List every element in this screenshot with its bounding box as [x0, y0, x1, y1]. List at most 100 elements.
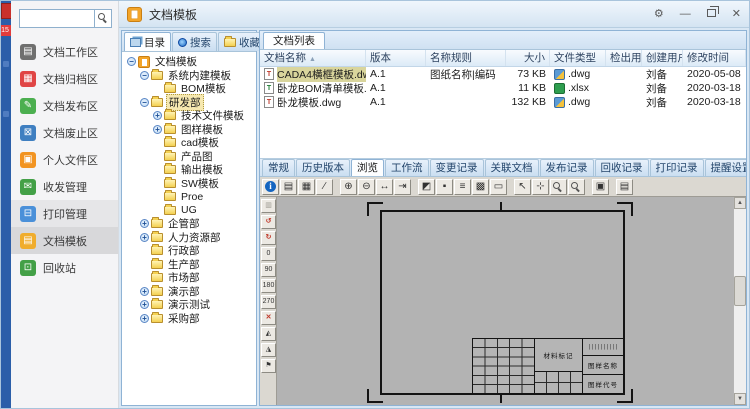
tree-item[interactable]: −文档模板 [124, 55, 256, 69]
search-input[interactable] [19, 9, 94, 28]
sidebar-item-8[interactable]: ⊡回收站 [11, 254, 118, 281]
column-header-2[interactable]: 名称规则 [426, 50, 506, 66]
column-header-3[interactable]: 大小 [506, 50, 550, 66]
rotate-180-icon[interactable]: 180 [261, 279, 276, 293]
column-header-6[interactable]: 创建用户 [642, 50, 683, 66]
tree-item[interactable]: UG [124, 204, 256, 218]
tree-item[interactable]: Proe [124, 190, 256, 204]
select-arrow-icon[interactable]: ↖ [514, 179, 531, 195]
tab-4[interactable]: 变更记录 [430, 159, 484, 176]
scrollbar-thumb[interactable] [734, 276, 746, 306]
expand-icon[interactable]: + [140, 314, 149, 323]
column-header-0[interactable]: 文档名称▲ [260, 50, 366, 66]
sidebar-item-3[interactable]: ⊠文档废止区 [11, 119, 118, 146]
expand-icon[interactable]: + [153, 125, 162, 134]
collapse-icon[interactable]: − [140, 98, 149, 107]
sidebar-item-2[interactable]: ✎文档发布区 [11, 92, 118, 119]
sidebar-item-5[interactable]: ✉收发管理 [11, 173, 118, 200]
tree-item[interactable]: SW模板 [124, 177, 256, 191]
tree-item[interactable]: +技术文件模板 [124, 109, 256, 123]
zoom-out-icon[interactable]: ⊖ [358, 179, 375, 195]
tree-item[interactable]: 市场部 [124, 271, 256, 285]
fit-width-icon[interactable]: ↔ [376, 179, 393, 195]
tab-6[interactable]: 发布记录 [540, 159, 594, 176]
print-icon[interactable]: ▦ [298, 179, 315, 195]
expand-icon[interactable]: + [140, 219, 149, 228]
tree-item[interactable]: +企管部 [124, 217, 256, 231]
table-row[interactable]: TCADA4横框模板.dwgA.1图纸名称|编码73 KB.dwg刘备2020-… [260, 67, 746, 81]
fit-page-icon[interactable]: ▥ [261, 199, 276, 213]
tree-item[interactable]: 生产部 [124, 258, 256, 272]
rotate-90-icon[interactable]: 90 [261, 263, 276, 277]
column-header-7[interactable]: 修改时间 [683, 50, 746, 66]
viewer-scrollbar[interactable]: ▲ ▼ [733, 197, 746, 405]
insert-block-icon[interactable]: ▣ [592, 179, 609, 195]
layers-icon[interactable]: ≡ [454, 179, 471, 195]
tree-item[interactable]: +图样模板 [124, 123, 256, 137]
tab-catalog[interactable]: 目录 [124, 32, 171, 51]
tab-document-list[interactable]: 文档列表 [263, 32, 325, 49]
collapse-icon[interactable]: − [140, 71, 149, 80]
flip-vertical-icon[interactable]: ◭ [261, 327, 276, 341]
sidebar-item-0[interactable]: ▤文档工作区 [11, 38, 118, 65]
tree-item[interactable]: −系统内建模板 [124, 69, 256, 83]
expand-icon[interactable]: + [140, 287, 149, 296]
tab-9[interactable]: 提醒设置 [705, 159, 747, 176]
tree-item[interactable]: +人力资源部 [124, 231, 256, 245]
print-preview-icon[interactable]: ▤ [280, 179, 297, 195]
column-header-4[interactable]: 文件类型 [550, 50, 606, 66]
tree-item[interactable]: +采购部 [124, 312, 256, 326]
restore-button[interactable] [707, 9, 716, 20]
sidebar-item-6[interactable]: ⊟打印管理 [11, 200, 118, 227]
drawing-canvas[interactable]: 材料标记 图样名称 图样代号 [277, 197, 733, 405]
rotate-270-icon[interactable]: 270 [261, 295, 276, 309]
column-header-1[interactable]: 版本 [366, 50, 426, 66]
tab-0[interactable]: 常规 [262, 159, 295, 176]
tab-7[interactable]: 回收记录 [595, 159, 649, 176]
scroll-down-icon[interactable]: ▼ [734, 393, 746, 405]
tab-2[interactable]: 浏览 [351, 159, 384, 176]
sidebar-item-7[interactable]: ▤文档模板 [11, 227, 118, 254]
tab-1[interactable]: 历史版本 [296, 159, 350, 176]
expand-icon[interactable]: + [140, 233, 149, 242]
markup-flag-icon[interactable]: ⚑ [261, 359, 276, 373]
zoom-window-icon[interactable] [550, 179, 567, 195]
tree-item[interactable]: +演示部 [124, 285, 256, 299]
contrast-icon[interactable]: ◩ [418, 179, 435, 195]
layer-colors-icon[interactable]: ▩ [472, 179, 489, 195]
flip-horizontal-icon[interactable]: ◮ [261, 343, 276, 357]
sidebar-item-1[interactable]: ▦文档归档区 [11, 65, 118, 92]
sidebar-item-4[interactable]: ▣个人文件区 [11, 146, 118, 173]
minimize-button[interactable]: — [680, 9, 691, 20]
tab-5[interactable]: 关联文档 [485, 159, 539, 176]
collapse-icon[interactable]: − [127, 57, 136, 66]
table-row[interactable]: T卧龙BOM清单模板.xlsxA.111 KB.xlsx刘备2020-03-18 [260, 81, 746, 95]
pan-hand-icon[interactable]: ⊹ [532, 179, 549, 195]
expand-icon[interactable]: + [153, 111, 162, 120]
tree-item[interactable]: 输出模板 [124, 163, 256, 177]
pan-window-icon[interactable]: ▭ [490, 179, 507, 195]
fit-height-icon[interactable]: ⇥ [394, 179, 411, 195]
tree-item[interactable]: cad模板 [124, 136, 256, 150]
search-button[interactable] [94, 9, 112, 28]
column-header-5[interactable]: 检出用户 [606, 50, 642, 66]
zoom-extents-icon[interactable] [568, 179, 585, 195]
tab-3[interactable]: 工作流 [385, 159, 429, 176]
measure-icon[interactable]: ∕ [316, 179, 333, 195]
close-button[interactable]: ✕ [732, 9, 741, 20]
scroll-up-icon[interactable]: ▲ [734, 197, 746, 209]
info-icon[interactable]: i [262, 179, 279, 195]
tree-item[interactable]: 行政部 [124, 244, 256, 258]
raster-bands-icon[interactable]: ▤ [616, 179, 633, 195]
expand-icon[interactable]: + [140, 300, 149, 309]
table-row[interactable]: T卧龙模板.dwgA.1132 KB.dwg刘备2020-03-18 [260, 95, 746, 109]
rotate-left-icon[interactable]: ↺ [261, 215, 276, 229]
tree-item[interactable]: −研发部 [124, 96, 256, 110]
tree-item[interactable]: +演示测试 [124, 298, 256, 312]
zoom-in-icon[interactable]: ⊕ [340, 179, 357, 195]
settings-icon[interactable]: ⚙ [654, 9, 664, 20]
rotate-0-icon[interactable]: 0 [261, 247, 276, 261]
rotate-right-icon[interactable]: ↻ [261, 231, 276, 245]
delete-markup-icon[interactable]: ✕ [261, 311, 276, 325]
tab-search[interactable]: 搜索 [172, 32, 217, 51]
